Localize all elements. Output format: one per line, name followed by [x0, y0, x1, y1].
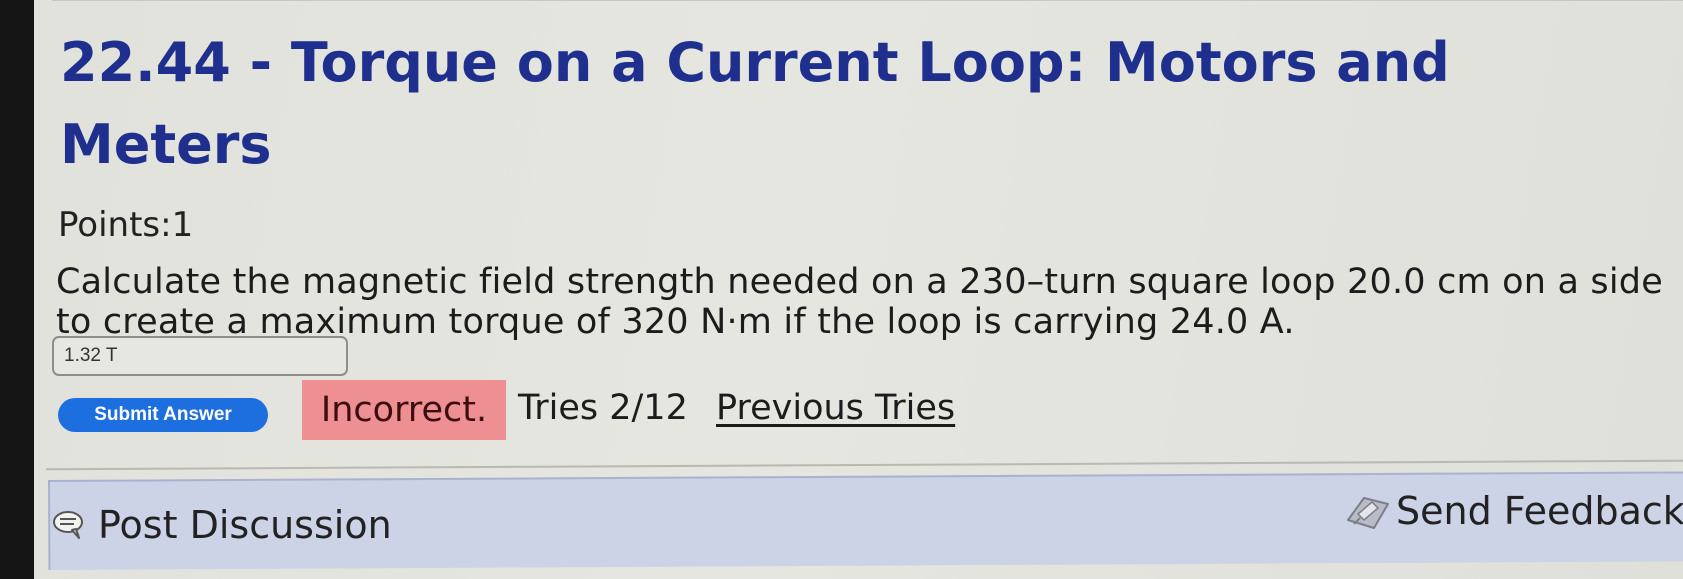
send-feedback-label: Send Feedback — [1396, 489, 1683, 533]
result-status-badge: Incorrect. — [302, 380, 506, 440]
points-row: Points:1 — [58, 205, 193, 245]
points-value: 1 — [171, 205, 194, 245]
send-feedback-button[interactable]: Send Feedback — [1344, 486, 1683, 536]
problem-title: 22.44 - Torque on a Current Loop: Motors… — [60, 31, 1450, 176]
problem-page: 22.44 - Torque on a Current Loop: Motors… — [34, 0, 1683, 579]
submit-answer-button[interactable]: Submit Answer — [58, 398, 268, 432]
tries-counter: Tries 2/12 — [518, 388, 688, 428]
answer-input[interactable]: 1.32 T — [52, 336, 348, 376]
pencil-feedback-icon — [1347, 497, 1389, 529]
post-discussion-label: Post Discussion — [98, 503, 392, 547]
post-discussion-button[interactable]: Post Discussion — [52, 500, 392, 550]
points-label: Points: — [58, 205, 172, 245]
previous-tries-link[interactable]: Previous Tries — [716, 388, 955, 428]
chat-bubble-icon — [53, 511, 83, 539]
section-divider — [46, 459, 1683, 471]
top-divider — [52, 0, 1683, 1]
question-text: Calculate the magnetic field strength ne… — [56, 262, 1663, 342]
